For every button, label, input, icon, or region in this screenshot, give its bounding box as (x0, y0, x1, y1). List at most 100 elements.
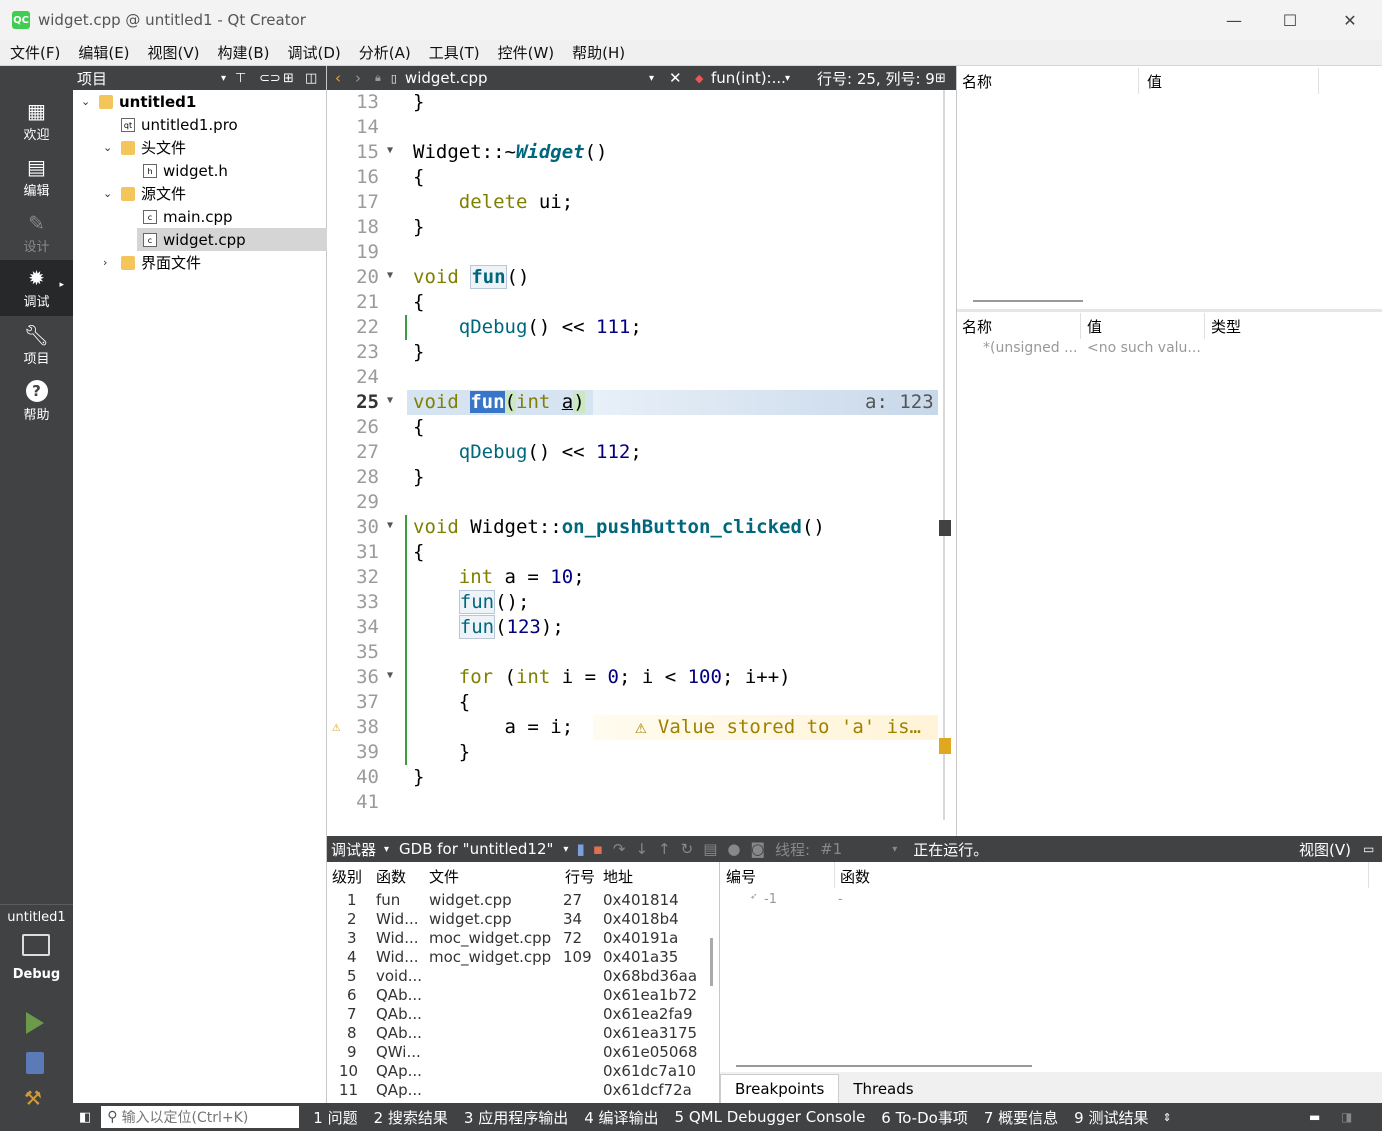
tree-item-widget-cpp[interactable]: c widget.cpp (137, 228, 327, 251)
locals-hscrollbar[interactable] (973, 300, 1083, 302)
mode-projects[interactable]: 🔧︎ 项目 (0, 318, 73, 372)
tab-breakpoints[interactable]: Breakpoints (720, 1074, 840, 1103)
pane-selector-arrow-icon[interactable]: ▾ (221, 73, 226, 84)
output-test-results[interactable]: 9 测试结果 (1066, 1107, 1156, 1128)
document-dropdown-arrow-icon[interactable]: ▾ (649, 73, 654, 84)
output-search-results[interactable]: 2 搜索结果 (366, 1107, 456, 1128)
output-issues[interactable]: 1 问题 (305, 1107, 365, 1128)
tree-item-pro-file[interactable]: qt untitled1.pro (73, 113, 327, 136)
stack-frame-row[interactable]: 11 QAp... 0x61dcf72a (327, 1081, 707, 1100)
fold-arrow-icon[interactable]: ▼ (387, 520, 393, 531)
stop-icon[interactable]: ▪ (593, 840, 603, 858)
minimize-pane-icon[interactable]: ▭ (1363, 842, 1374, 856)
close-pane-icon[interactable]: ◫ (305, 71, 317, 86)
minimize-button[interactable]: — (1206, 0, 1262, 40)
locals-col-value[interactable]: 值 (1139, 68, 1319, 94)
output-qml-console[interactable]: 5 QML Debugger Console (667, 1108, 874, 1126)
stack-frame-row[interactable]: 1 fun widget.cpp 27 0x401814 (327, 891, 707, 910)
back-arrow-icon[interactable]: ‹ (335, 69, 341, 87)
expr-col-name[interactable]: 名称 (957, 313, 1081, 339)
menu-widgets[interactable]: 控件(W) (488, 42, 563, 63)
filter-icon[interactable]: ⊤ (235, 71, 246, 86)
bp-col-function[interactable]: 函数 (840, 866, 870, 887)
expand-arrow-icon[interactable]: ⌄ (81, 95, 90, 108)
tree-item-sources[interactable]: ⌄ 源文件 (73, 182, 327, 205)
splitter[interactable] (957, 309, 1382, 312)
split-editor-icon[interactable]: ⊞ (935, 71, 946, 86)
stack-frame-row[interactable]: 7 QAb... 0x61ea2fa9 (327, 1005, 707, 1024)
build-hammer-icon[interactable]: ⚒ (24, 1086, 48, 1110)
menu-tools[interactable]: 工具(T) (419, 42, 488, 63)
mode-design[interactable]: ✎ 设计 (0, 206, 73, 260)
stack-frame-row[interactable]: 3 Wid... moc_widget.cpp 72 0x40191a (327, 929, 707, 948)
thread-combo[interactable]: #1 (820, 840, 842, 858)
expr-row-name[interactable]: *(unsigned ... (983, 340, 1077, 356)
menu-debug[interactable]: 调试(D) (278, 42, 349, 63)
maximize-button[interactable]: ☐ (1262, 0, 1318, 40)
restart-icon[interactable]: ↻ (681, 840, 694, 858)
warning-marker-icon[interactable]: ⚠ (332, 715, 340, 740)
link-icon[interactable]: ⊂⊃ (259, 71, 281, 86)
tree-item-widget-h[interactable]: h widget.h (73, 159, 327, 182)
breakpoint-icon[interactable]: ● (727, 840, 740, 858)
operate-by-instruction-icon[interactable]: ▤ (703, 840, 717, 858)
stack-frame-row[interactable]: 8 QAb... 0x61ea3175 (327, 1024, 707, 1043)
progress-details-icon[interactable]: ▬ (1309, 1110, 1320, 1124)
stack-col-line[interactable]: 行号 (565, 866, 595, 887)
continue-icon[interactable]: ▮ (576, 840, 584, 858)
warning-message[interactable]: ⚠ Value stored to 'a' is… (635, 715, 921, 740)
collapse-arrow-icon[interactable]: › (103, 256, 107, 269)
bp-hscrollbar[interactable] (736, 1065, 1032, 1067)
menu-analyze[interactable]: 分析(A) (349, 42, 419, 63)
expr-row-value[interactable]: <no such valu... (1087, 340, 1201, 356)
menu-view[interactable]: 视图(V) (138, 42, 208, 63)
mode-help[interactable]: ? 帮助 (0, 374, 73, 428)
output-compile[interactable]: 4 编译输出 (576, 1107, 666, 1128)
stack-frame-row[interactable]: 10 QAp... 0x61dc7a10 (327, 1062, 707, 1081)
locals-col-name[interactable]: 名称 (957, 68, 1139, 94)
mode-debug[interactable]: ✹ 调试 ▸ (0, 260, 73, 316)
menu-help[interactable]: 帮助(H) (562, 42, 633, 63)
editor-scrollbar[interactable] (943, 90, 945, 820)
stack-frame-row[interactable]: 5 void... 0x68bd36aa (327, 967, 707, 986)
fold-arrow-icon[interactable]: ▼ (387, 395, 393, 406)
fold-arrow-icon[interactable]: ▼ (387, 145, 393, 156)
run-icon[interactable] (26, 1012, 44, 1034)
debugger-dropdown-arrow-icon[interactable]: ▾ (384, 844, 389, 855)
engine-dropdown-arrow-icon[interactable]: ▾ (563, 844, 568, 855)
expr-col-type[interactable]: 类型 (1205, 313, 1375, 339)
close-document-icon[interactable]: ✕ (669, 69, 682, 87)
mode-welcome[interactable]: ▦ 欢迎 (0, 94, 73, 148)
toggle-sidebar-icon[interactable]: ◧ (79, 1110, 91, 1125)
symbol-dropdown-arrow-icon[interactable]: ▾ (785, 73, 790, 84)
split-icon[interactable]: ⊞ (283, 71, 294, 86)
engine-combo[interactable]: GDB for "untitled12" (399, 840, 553, 858)
close-button[interactable]: ✕ (1322, 0, 1378, 40)
mode-edit[interactable]: ▤ 编辑 (0, 150, 73, 204)
menu-edit[interactable]: 编辑(E) (68, 42, 137, 63)
expand-arrow-icon[interactable]: ⌄ (103, 141, 112, 154)
tree-item-forms[interactable]: › 界面文件 (73, 251, 327, 274)
tree-item-main-cpp[interactable]: c main.cpp (73, 205, 327, 228)
stack-frame-row[interactable]: 4 Wid... moc_widget.cpp 109 0x401a35 (327, 948, 707, 967)
stack-col-address[interactable]: 地址 (603, 866, 633, 887)
symbol-combo[interactable]: fun(int):... (711, 69, 786, 87)
stack-frame-row[interactable]: 6 QAb... 0x61ea1b72 (327, 986, 707, 1005)
open-document-combo[interactable]: widget.cpp (405, 69, 488, 87)
toggle-right-sidebar-icon[interactable]: ◨ (1341, 1110, 1352, 1124)
expr-col-value[interactable]: 值 (1081, 313, 1205, 339)
stack-col-file[interactable]: 文件 (429, 866, 459, 887)
monitor-icon[interactable] (22, 934, 50, 956)
tree-item-project[interactable]: ⌄ untitled1 (73, 90, 327, 113)
view-menu-button[interactable]: 视图(V) (1299, 839, 1351, 860)
output-todo[interactable]: 6 To-Do事项 (873, 1107, 976, 1128)
thread-dropdown-arrow-icon[interactable]: ▾ (892, 844, 897, 855)
stack-frame-row[interactable]: 2 Wid... widget.cpp 34 0x4018b4 (327, 910, 707, 929)
stack-frame-row[interactable]: 9 QWi... 0x61e05068 (327, 1043, 707, 1062)
step-out-icon[interactable]: ↑ (658, 840, 671, 858)
cursor-position[interactable]: 行号: 25, 列号: 9 (817, 68, 935, 89)
fold-arrow-icon[interactable]: ▼ (387, 270, 393, 281)
tab-threads[interactable]: Threads (839, 1074, 927, 1103)
forward-arrow-icon[interactable]: › (355, 69, 361, 87)
snapshot-icon[interactable]: ◙ (750, 840, 765, 858)
